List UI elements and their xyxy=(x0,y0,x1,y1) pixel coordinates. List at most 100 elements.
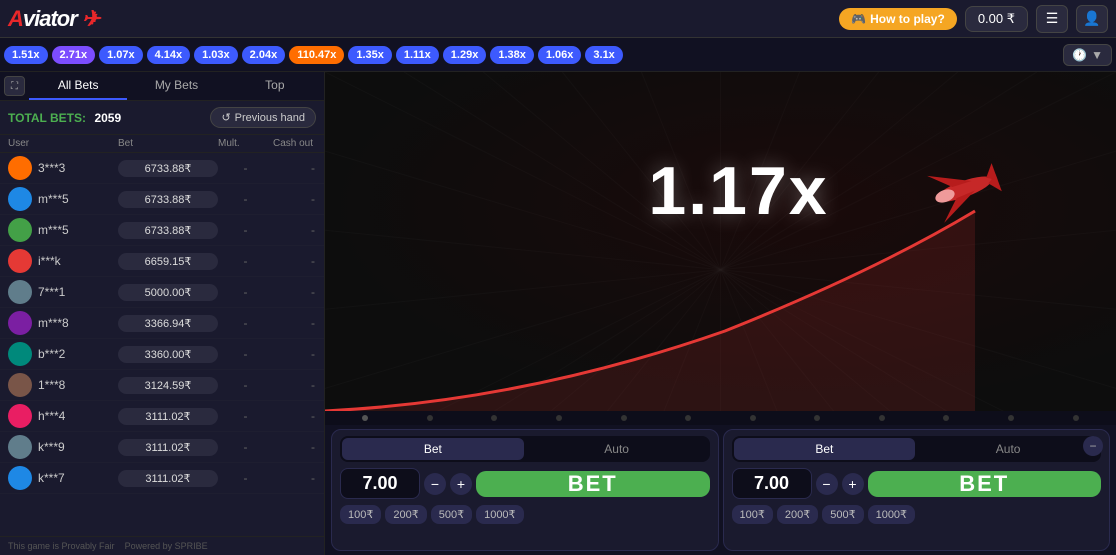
amount-input-1[interactable] xyxy=(340,468,420,499)
tabs-row: ⛶ All Bets My Bets Top xyxy=(0,72,324,101)
tab-all-bets[interactable]: All Bets xyxy=(29,72,127,100)
bet-amount: 6659.15₹ xyxy=(118,253,218,270)
quick-500-1[interactable]: 500₹ xyxy=(431,505,472,524)
how-to-play-label: How to play? xyxy=(870,12,945,26)
avatar xyxy=(8,373,32,397)
user-button[interactable]: 👤 xyxy=(1076,5,1108,33)
dot-indicator xyxy=(685,415,691,421)
panel-tabs-1: Bet Auto xyxy=(340,436,710,462)
panel-tabs-2: Bet Auto xyxy=(732,436,1102,462)
minimize-button-2[interactable]: − xyxy=(1083,436,1103,456)
quick-100-1[interactable]: 100₹ xyxy=(340,505,381,524)
quick-1000-1[interactable]: 1000₹ xyxy=(476,505,523,524)
dot-indicator xyxy=(621,415,627,421)
mult-badge-9[interactable]: 1.29x xyxy=(443,46,487,64)
dot-indicator xyxy=(556,415,562,421)
mult-badge-6[interactable]: 110.47x xyxy=(289,46,344,64)
menu-button[interactable]: ☰ xyxy=(1036,5,1068,33)
decrement-button-2[interactable]: − xyxy=(816,473,838,495)
panel-tab-auto-1[interactable]: Auto xyxy=(526,438,708,460)
user-cell: i***k xyxy=(8,249,118,273)
dot-indicator xyxy=(427,415,433,421)
menu-icon: ☰ xyxy=(1046,10,1059,27)
col-mult: Mult. xyxy=(218,138,273,149)
mult-badge-4[interactable]: 1.03x xyxy=(194,46,238,64)
bet-amount: 3111.02₹ xyxy=(118,439,218,456)
mult-badge-12[interactable]: 3.1x xyxy=(585,46,622,64)
panel-tab-bet-1[interactable]: Bet xyxy=(342,438,524,460)
bet-amount: 6733.88₹ xyxy=(118,160,218,177)
bet-panel-1: Bet Auto − + BET 100₹ 200₹ 500₹ 1000₹ xyxy=(331,429,719,551)
bet-amount: 6733.88₹ xyxy=(118,222,218,239)
bet-amount: 5000.00₹ xyxy=(118,284,218,301)
quick-200-1[interactable]: 200₹ xyxy=(385,505,426,524)
quick-200-2[interactable]: 200₹ xyxy=(777,505,818,524)
left-panel: ⛶ All Bets My Bets Top TOTAL BETS: 2059 … xyxy=(0,72,325,555)
avatar xyxy=(8,404,32,428)
user-cell: 1***8 xyxy=(8,373,118,397)
dot-indicator xyxy=(362,415,368,421)
logo: Aviator ✈ xyxy=(8,6,99,32)
how-to-play-button[interactable]: 🎮 How to play? xyxy=(839,8,957,30)
mult-value: - xyxy=(218,254,273,268)
quick-100-2[interactable]: 100₹ xyxy=(732,505,773,524)
dot-indicator xyxy=(814,415,820,421)
cashout-value: - xyxy=(273,161,324,175)
table-row: 7***1 5000.00₹ - - xyxy=(0,277,324,308)
mult-badge-8[interactable]: 1.11x xyxy=(396,46,439,64)
user-cell: m***5 xyxy=(8,187,118,211)
table-row: m***5 6733.88₹ - - xyxy=(0,184,324,215)
decrement-button-1[interactable]: − xyxy=(424,473,446,495)
dot-indicator xyxy=(879,415,885,421)
quick-1000-2[interactable]: 1000₹ xyxy=(868,505,915,524)
cashout-value: - xyxy=(273,192,324,206)
avatar xyxy=(8,311,32,335)
user-cell: m***8 xyxy=(8,311,118,335)
panel-tab-auto-2[interactable]: Auto xyxy=(917,438,1099,460)
multiplier-history-row: 1.51x 2.71x 1.07x 4.14x 1.03x 2.04x 110.… xyxy=(0,38,1116,72)
table-row: h***4 3111.02₹ - - xyxy=(0,401,324,432)
dot-indicators xyxy=(325,411,1116,425)
mult-badge-10[interactable]: 1.38x xyxy=(490,46,534,64)
mult-badge-3[interactable]: 4.14x xyxy=(147,46,191,64)
avatar xyxy=(8,249,32,273)
increment-button-1[interactable]: + xyxy=(450,473,472,495)
amount-input-2[interactable] xyxy=(732,468,812,499)
mult-value: - xyxy=(218,223,273,237)
panel-tab-bet-2[interactable]: Bet xyxy=(734,438,916,460)
table-row: k***9 3111.02₹ - - xyxy=(0,432,324,463)
tab-my-bets[interactable]: My Bets xyxy=(127,72,225,100)
user-cell: k***9 xyxy=(8,435,118,459)
bet-button-1[interactable]: BET xyxy=(476,471,710,497)
bets-header: User Bet Mult. Cash out xyxy=(0,135,324,153)
bet-button-2[interactable]: BET xyxy=(868,471,1102,497)
mult-badge-5[interactable]: 2.04x xyxy=(242,46,286,64)
cashout-value: - xyxy=(273,347,324,361)
bet-amount: 3360.00₹ xyxy=(118,346,218,363)
mult-badge-0[interactable]: 1.51x xyxy=(4,46,48,64)
history-button[interactable]: 🕐 ▼ xyxy=(1063,44,1112,66)
quick-500-2[interactable]: 500₹ xyxy=(822,505,863,524)
expand-icon-button[interactable]: ⛶ xyxy=(4,76,25,96)
bet-amount: 3111.02₹ xyxy=(118,470,218,487)
cashout-value: - xyxy=(273,223,324,237)
avatar xyxy=(8,187,32,211)
mult-value: - xyxy=(218,192,273,206)
game-canvas: .ray{stroke:#888;stroke-width:1;opacity:… xyxy=(325,72,1116,411)
previous-hand-button[interactable]: ↺ Previous hand xyxy=(210,107,316,128)
bets-list: 3***3 6733.88₹ - - m***5 6733.88₹ - - m*… xyxy=(0,153,324,536)
avatar xyxy=(8,218,32,242)
avatar xyxy=(8,156,32,180)
tab-top[interactable]: Top xyxy=(226,72,324,100)
dot-indicator xyxy=(1008,415,1014,421)
col-user: User xyxy=(8,138,118,149)
mult-value: - xyxy=(218,440,273,454)
increment-button-2[interactable]: + xyxy=(842,473,864,495)
table-row: m***5 6733.88₹ - - xyxy=(0,215,324,246)
mult-value: - xyxy=(218,285,273,299)
balance-button[interactable]: 0.00 ₹ xyxy=(965,6,1028,32)
mult-badge-11[interactable]: 1.06x xyxy=(538,46,582,64)
mult-badge-7[interactable]: 1.35x xyxy=(348,46,392,64)
mult-badge-1[interactable]: 2.71x xyxy=(52,46,96,64)
mult-badge-2[interactable]: 1.07x xyxy=(99,46,143,64)
